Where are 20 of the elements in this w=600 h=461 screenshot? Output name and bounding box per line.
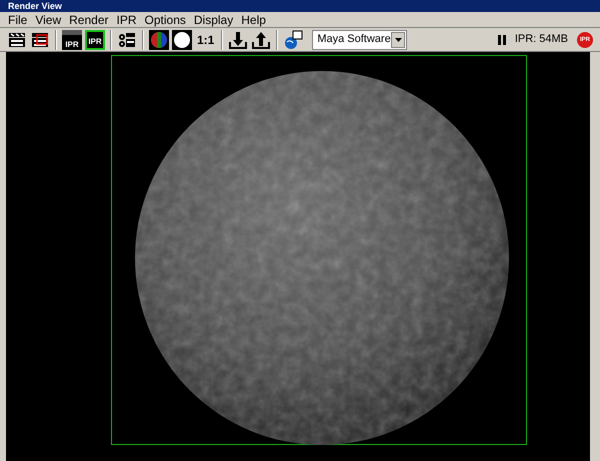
pause-icon[interactable] (498, 34, 506, 44)
menu-item[interactable]: View (31, 14, 66, 26)
menu-item[interactable]: Help (237, 14, 270, 26)
menu-item[interactable]: Render (65, 14, 112, 26)
menu-item[interactable]: Options (140, 14, 190, 26)
actual-size-button[interactable]: 1:1 (195, 30, 216, 50)
alpha-channel-icon[interactable] (172, 30, 192, 50)
ipr-memory-label: IPR: 54MB (514, 32, 568, 48)
menu-item[interactable]: Display (190, 14, 238, 26)
remove-image-icon[interactable] (251, 30, 272, 50)
menu-item[interactable]: IPR (112, 14, 141, 26)
keep-image-icon[interactable] (228, 30, 248, 50)
globe-icon[interactable] (283, 30, 304, 50)
ipr-refresh-button[interactable]: IPR (85, 30, 105, 50)
color-channels-icon[interactable] (149, 30, 169, 50)
menu-item[interactable]: File (4, 14, 32, 26)
renderer-dropdown[interactable]: Maya Software (312, 30, 408, 50)
ipr-render-button[interactable]: IPR (62, 30, 82, 50)
window-title: Render View (8, 2, 62, 10)
caret-icon (390, 32, 406, 48)
